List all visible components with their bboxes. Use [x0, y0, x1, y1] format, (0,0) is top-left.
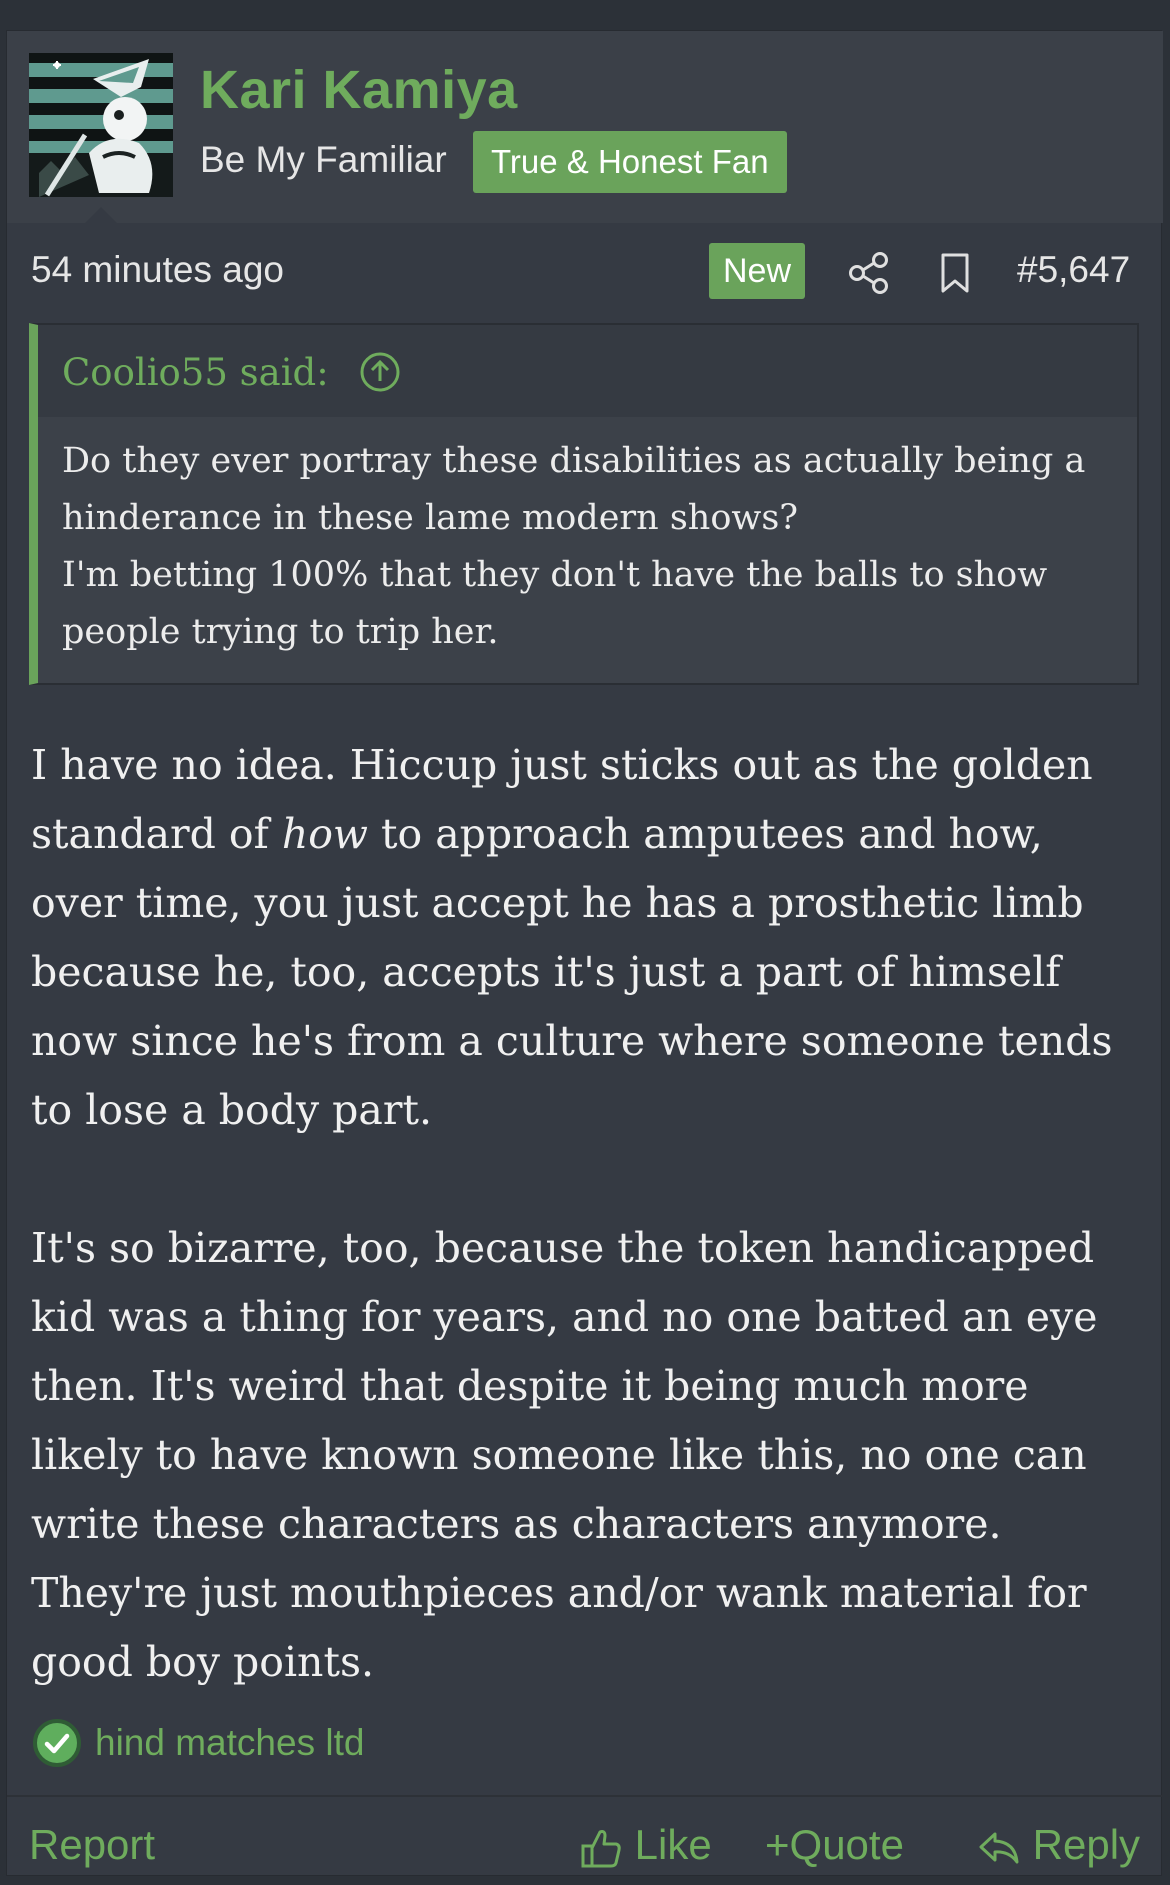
quote-text: Do they ever portray these disabilities …	[62, 441, 1086, 652]
post-timestamp[interactable]: 54 minutes ago	[31, 249, 284, 291]
post-message: I have no idea. Hiccup just sticks out a…	[31, 731, 1147, 1697]
message-paragraph: I have no idea. Hiccup just sticks out a…	[31, 731, 1147, 1145]
quote-header: Coolio55 said:	[38, 325, 1137, 417]
reply-label: Reply	[1032, 1821, 1141, 1868]
quote-label: Quote	[789, 1821, 904, 1868]
bookmark-icon[interactable]	[935, 251, 975, 295]
share-icon[interactable]	[847, 251, 891, 295]
new-badge: New	[709, 243, 805, 299]
quote-block: Coolio55 said: Do they ever portray thes…	[29, 323, 1139, 685]
reactions-summary[interactable]: hind matches ltd	[95, 1722, 364, 1764]
user-title: Be My Familiar	[200, 139, 447, 180]
report-link[interactable]: Report	[29, 1821, 155, 1869]
quote-author[interactable]: Coolio55 said:	[62, 351, 329, 394]
message-text: to approach amputees and how, over time,…	[31, 810, 1113, 1134]
footer-divider	[7, 1795, 1163, 1797]
quote-button[interactable]: +Quote	[765, 1821, 904, 1869]
username[interactable]: Kari Kamiya	[200, 59, 518, 121]
user-header: Kari Kamiya Be My Familiar True & Honest…	[7, 31, 1163, 223]
plus-icon: +	[765, 1821, 790, 1868]
reply-arrow-icon	[979, 1832, 1019, 1864]
message-paragraph: It's so bizarre, too, because the token …	[31, 1224, 1098, 1686]
avatar-image	[29, 53, 173, 197]
message-emphasis: how	[281, 810, 369, 858]
avatar[interactable]	[29, 53, 173, 197]
like-label: Like	[634, 1821, 712, 1868]
thumbs-up-icon	[581, 1829, 621, 1868]
checkmark-icon	[33, 1719, 81, 1767]
like-button[interactable]: Like	[579, 1821, 712, 1870]
post-container: Kari Kamiya Be My Familiar True & Honest…	[6, 30, 1163, 1876]
reply-button[interactable]: Reply	[977, 1821, 1140, 1870]
post-number[interactable]: #5,647	[1017, 249, 1130, 291]
arrow-up-circle-icon[interactable]	[358, 350, 402, 394]
user-banner: True & Honest Fan	[473, 131, 787, 193]
avatar-pointer	[85, 207, 117, 223]
